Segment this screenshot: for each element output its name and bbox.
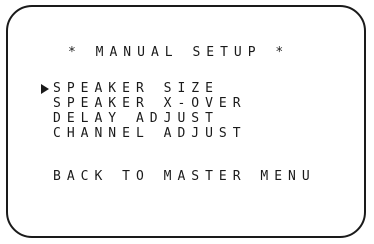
back-to-master-menu-item[interactable]: BACK TO MASTER MENU <box>53 169 316 184</box>
menu-item-speaker-size[interactable]: SPEAKER SIZE <box>41 81 247 96</box>
triangle-right-icon <box>41 84 49 94</box>
menu-item-label: SPEAKER SIZE <box>53 81 219 96</box>
osd-screen: * MANUAL SETUP * SPEAKER SIZE SPEAKER X-… <box>6 5 366 238</box>
menu-item-label: CHANNEL ADJUST <box>53 126 247 141</box>
menu-item-label: SPEAKER X-OVER <box>53 96 247 111</box>
menu-item-label: DELAY ADJUST <box>53 111 219 126</box>
menu-title: * MANUAL SETUP * <box>68 45 290 60</box>
menu-item-speaker-x-over[interactable]: SPEAKER X-OVER <box>53 96 247 111</box>
setup-menu: SPEAKER SIZE SPEAKER X-OVER DELAY ADJUST… <box>41 81 247 141</box>
menu-item-channel-adjust[interactable]: CHANNEL ADJUST <box>53 126 247 141</box>
menu-item-delay-adjust[interactable]: DELAY ADJUST <box>53 111 247 126</box>
